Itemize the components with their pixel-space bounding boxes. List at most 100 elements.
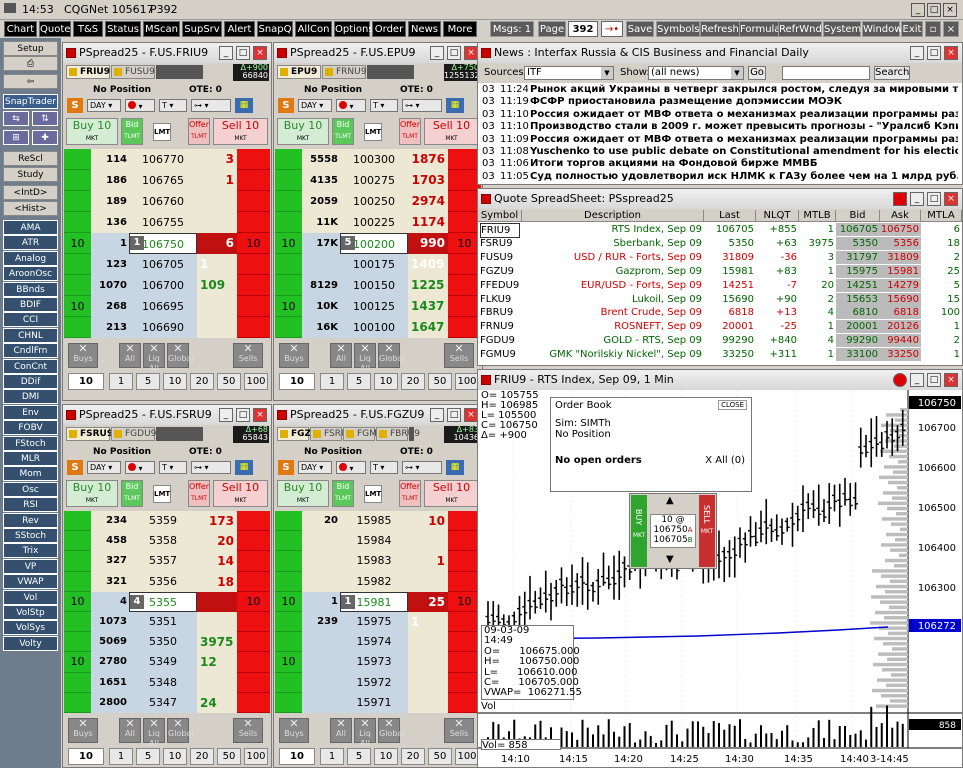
buy-order-cell[interactable]: 10 bbox=[64, 652, 91, 673]
menu-exit[interactable]: Exit bbox=[901, 21, 923, 37]
quantity-input[interactable]: 10 bbox=[68, 748, 104, 765]
buy-order-cell[interactable] bbox=[275, 170, 302, 191]
menu-order[interactable]: Order bbox=[372, 21, 406, 37]
minimize-icon[interactable]: _ bbox=[910, 192, 924, 206]
ladder-row[interactable]: 15974 bbox=[275, 632, 481, 653]
buy-order-cell[interactable]: 10 bbox=[64, 591, 91, 612]
study-fobv[interactable]: FOBV bbox=[3, 420, 58, 436]
menu-formula[interactable]: Formula bbox=[739, 21, 781, 37]
menu-status[interactable]: Status bbox=[105, 21, 141, 37]
close-icon[interactable]: × bbox=[944, 192, 958, 206]
buy-order-cell[interactable] bbox=[275, 632, 302, 653]
buy-market-button[interactable]: Buy 10 MKT bbox=[277, 118, 329, 145]
menu-mscan[interactable]: MScan bbox=[143, 21, 180, 37]
quote-row[interactable]: FSRU9 Sberbank, Sep 09 5350 +63 3975 5350 5356… bbox=[478, 236, 962, 250]
column-header[interactable]: MTLA bbox=[921, 210, 962, 222]
symbol-tab[interactable]: FRNU9 bbox=[322, 65, 366, 79]
history-button[interactable]: <Hist> bbox=[3, 201, 58, 216]
quote-row[interactable]: FRIU9 RTS Index, Sep 09 106705 +855 1 106705 1… bbox=[478, 223, 962, 238]
ladder-row[interactable]: 20 15985 10 bbox=[275, 511, 481, 532]
quantity-preset-button[interactable]: 1 bbox=[109, 748, 133, 765]
study-atr[interactable]: ATR bbox=[3, 235, 58, 251]
close-button[interactable]: CLOSE bbox=[718, 400, 747, 410]
link-select[interactable]: ⊶ ▾ bbox=[402, 99, 442, 112]
maximize-icon[interactable]: □ bbox=[927, 46, 941, 60]
minimize-icon[interactable]: _ bbox=[219, 46, 233, 60]
buy-order-cell[interactable] bbox=[64, 149, 91, 170]
messages-button[interactable]: Msgs: 1 bbox=[490, 21, 534, 37]
sell-order-cell[interactable] bbox=[237, 149, 270, 170]
quote-row[interactable]: FBRU9 Brent Crude, Sep 09 6818 +13 4 6810 6818… bbox=[478, 306, 962, 320]
buy-order-cell[interactable] bbox=[275, 672, 302, 693]
ladder-row[interactable]: 123 106705 1 bbox=[64, 254, 270, 275]
study-volstp[interactable]: VolStp bbox=[3, 605, 58, 620]
study-rev[interactable]: Rev bbox=[3, 512, 58, 528]
quantity-preset-button[interactable]: 20 bbox=[190, 748, 214, 765]
buy-order-cell[interactable] bbox=[64, 672, 91, 693]
quote-row[interactable]: FFEDU9 EUR/USD - Forts, Sep 09 14251 -7 20 14… bbox=[478, 278, 962, 292]
news-item[interactable]: 03 11:08Yuschenko to use public debate on… bbox=[482, 146, 958, 158]
study-vwap[interactable]: VWAP bbox=[3, 574, 58, 590]
cancel-liq-all-button[interactable]: ✕ Liq All bbox=[143, 343, 165, 373]
ladder-row[interactable]: 15984 bbox=[275, 531, 481, 552]
minimize-icon[interactable]: _ bbox=[430, 408, 444, 422]
order-type-select[interactable]: ▾ bbox=[125, 461, 155, 474]
quantity-preset-button[interactable]: 1 bbox=[320, 748, 344, 765]
ladder-row[interactable]: 15982 bbox=[275, 571, 481, 592]
ladder-row[interactable]: 10 1 106750 6 10 bbox=[64, 233, 270, 254]
column-header[interactable]: Symbol bbox=[478, 210, 522, 222]
page-go-icon[interactable]: →• bbox=[601, 21, 623, 37]
quantity-preset-button[interactable]: 5 bbox=[136, 748, 160, 765]
search-button[interactable]: Search bbox=[874, 66, 910, 80]
sell-order-cell[interactable] bbox=[237, 170, 270, 191]
ladder-row[interactable]: 321 5356 18 bbox=[64, 571, 270, 592]
buy-order-cell[interactable] bbox=[64, 275, 91, 296]
symbol-tab[interactable]: FSRU9 bbox=[310, 427, 353, 441]
chart-area[interactable]: 1067001066001065001064001063001062001067… bbox=[478, 390, 962, 767]
close-icon[interactable]: × bbox=[253, 408, 267, 422]
column-header[interactable]: Ask bbox=[880, 210, 921, 222]
buy-order-cell[interactable]: 10 bbox=[275, 652, 302, 673]
arrow-down-icon[interactable]: ▼ bbox=[666, 554, 674, 565]
ladder-row[interactable]: 10 2780 5349 12 bbox=[64, 652, 270, 673]
buy-market-button[interactable]: Buy 10 MKT bbox=[66, 118, 118, 145]
quantity-preset-button[interactable]: 5 bbox=[347, 373, 371, 390]
cancel-global-button[interactable]: ✕ Global bbox=[378, 343, 405, 368]
cancel-buys-button[interactable]: ✕ Buys bbox=[279, 343, 309, 368]
working-order-marker[interactable]: 1 bbox=[341, 594, 355, 609]
quantity-preset-button[interactable]: 1 bbox=[320, 373, 344, 390]
chart-sell-button[interactable]: SELL MKT bbox=[699, 495, 715, 567]
cancel-liq-all-button[interactable]: ✕ Liq All bbox=[354, 718, 376, 748]
quote-row[interactable]: FGMU9 GMK "Norilskiy Nickel", Sep 09 33250… bbox=[478, 348, 962, 362]
tif-select[interactable]: DAY ▾ bbox=[87, 99, 121, 112]
study-aroonosc[interactable]: AroonOsc bbox=[3, 266, 58, 282]
arrows-left-right-icon[interactable]: ⇆ bbox=[3, 111, 29, 126]
ladder-row[interactable]: 136 106755 bbox=[64, 212, 270, 233]
minimize-icon[interactable]: _ bbox=[219, 408, 233, 422]
intraday-button[interactable]: <IntD> bbox=[3, 185, 58, 200]
working-order-marker[interactable]: 1 bbox=[130, 236, 144, 250]
close-icon[interactable]: × bbox=[253, 46, 267, 60]
buy-order-cell[interactable] bbox=[275, 692, 302, 713]
study-ddif[interactable]: DDif bbox=[3, 374, 58, 389]
news-item[interactable]: 03 11:19ФСФР приостановила размещение доп… bbox=[482, 96, 958, 108]
cancel-all-button[interactable]: ✕ All bbox=[119, 718, 141, 743]
ladder-row[interactable]: 239 15975 1 bbox=[275, 612, 481, 633]
buy-order-cell[interactable]: 10 bbox=[275, 296, 302, 317]
sell-order-cell[interactable] bbox=[237, 254, 270, 275]
quote-row[interactable]: FUSU9 USD / RUR - Forts, Sep 09 31809 -36 3 3… bbox=[478, 250, 962, 264]
restore-icon[interactable]: ▫ bbox=[925, 21, 941, 37]
menu-options[interactable]: Options bbox=[334, 21, 374, 37]
trigger-select[interactable]: T ▾ bbox=[159, 99, 187, 112]
trigger-select[interactable]: T ▾ bbox=[159, 461, 187, 474]
menu-refresh[interactable]: Refresh bbox=[700, 21, 740, 37]
offer-tlmt-button[interactable]: Offer TLMT bbox=[188, 118, 210, 145]
buy-order-cell[interactable] bbox=[275, 551, 302, 572]
buy-order-cell[interactable] bbox=[275, 531, 302, 552]
study-bdif[interactable]: BDIF bbox=[3, 297, 58, 312]
sell-order-cell[interactable] bbox=[237, 551, 270, 572]
ladder-row[interactable]: 10 15973 bbox=[275, 652, 481, 673]
study-fstoch[interactable]: FStoch bbox=[3, 435, 58, 451]
menu-symbols[interactable]: Symbols bbox=[656, 21, 700, 37]
snaptrader-s-icon[interactable]: S bbox=[278, 460, 294, 475]
